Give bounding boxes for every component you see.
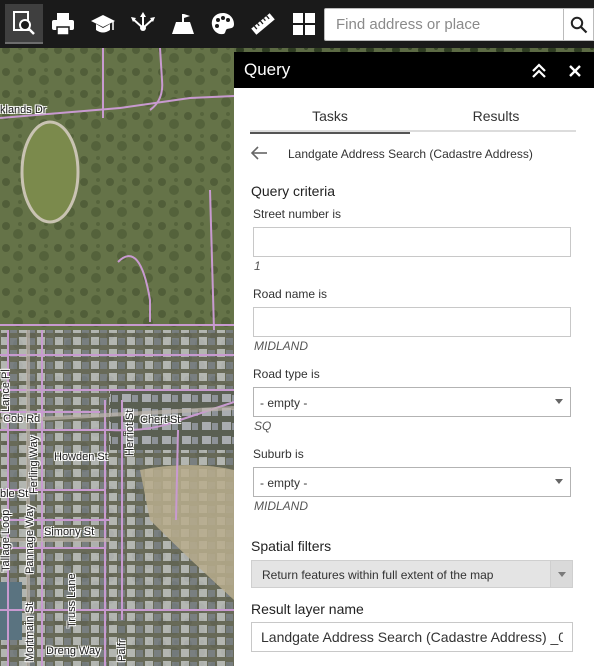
street-number-input[interactable] xyxy=(254,228,570,256)
result-layer-name-title: Result layer name xyxy=(251,601,364,617)
spatial-filters-title: Spatial filters xyxy=(251,538,332,554)
search-button[interactable] xyxy=(564,8,594,41)
widget-grid-button[interactable] xyxy=(285,4,323,44)
collapse-button[interactable] xyxy=(528,60,550,82)
street-label: Truss Lane xyxy=(66,573,78,628)
print-icon xyxy=(52,13,74,36)
query-criteria-title: Query criteria xyxy=(251,183,336,199)
measure-button[interactable] xyxy=(244,4,282,44)
street-label: Lance Pl xyxy=(0,369,12,412)
print-button[interactable] xyxy=(44,4,82,44)
share-icon xyxy=(131,12,155,31)
share-button[interactable] xyxy=(124,4,162,44)
chevron-down-icon xyxy=(558,572,566,577)
panel-title: Query xyxy=(244,60,291,79)
graduation-cap-icon xyxy=(91,15,115,33)
query-panel: Query Tasks Results Landgate Address Sea… xyxy=(234,52,594,666)
panel-header: Query xyxy=(234,52,594,88)
street-label: Cob Rd xyxy=(3,413,41,425)
palette-icon xyxy=(211,13,234,35)
spatial-filter-arrow-box xyxy=(550,561,572,587)
ruler-icon xyxy=(251,13,275,35)
styling-button[interactable] xyxy=(204,4,242,44)
task-breadcrumb: Landgate Address Search (Cadastre Addres… xyxy=(250,144,580,164)
basemap-icon xyxy=(172,14,194,34)
suburb-hint: MIDLAND xyxy=(254,499,309,513)
result-layer-name-field xyxy=(251,622,573,652)
training-button[interactable] xyxy=(84,4,122,44)
road-type-hint: SQ xyxy=(254,419,272,433)
road-name-label: Road name is xyxy=(253,287,328,301)
close-icon xyxy=(569,65,581,77)
road-name-hint: MIDLAND xyxy=(254,339,309,353)
street-label: Dreng Way xyxy=(46,645,101,657)
street-label: Pannage Way xyxy=(24,505,36,574)
tab-tasks[interactable]: Tasks xyxy=(250,104,410,134)
spatial-filter-value: Return features within full extent of th… xyxy=(262,568,494,582)
search-box xyxy=(324,8,564,41)
close-button[interactable] xyxy=(564,60,586,82)
street-label: ble St xyxy=(0,488,29,500)
street-label: Palfr xyxy=(116,639,128,662)
double-chevron-up-icon xyxy=(532,63,546,78)
street-label: klands Dr xyxy=(0,104,47,116)
street-label: Tallage Loop xyxy=(0,509,12,572)
road-type-select[interactable]: - empty - xyxy=(253,387,571,417)
grid-icon xyxy=(293,13,315,35)
back-button[interactable] xyxy=(250,144,268,162)
chevron-down-icon xyxy=(555,399,563,404)
chevron-down-icon xyxy=(555,479,563,484)
street-label: Mortmain St xyxy=(24,602,36,662)
task-name: Landgate Address Search (Cadastre Addres… xyxy=(288,147,533,161)
road-name-input[interactable] xyxy=(254,308,570,336)
road-type-value: - empty - xyxy=(260,396,308,410)
street-number-hint: 1 xyxy=(254,259,261,273)
query-icon xyxy=(13,11,35,35)
search-input[interactable] xyxy=(325,9,563,40)
street-label: Simony St xyxy=(44,526,95,538)
search-icon xyxy=(570,16,587,33)
street-number-label: Street number is xyxy=(253,207,342,221)
suburb-value: - empty - xyxy=(260,476,308,490)
street-label: Howden St xyxy=(54,451,108,463)
top-toolbar xyxy=(0,0,594,48)
tab-results[interactable]: Results xyxy=(416,104,576,132)
street-label: Chert St xyxy=(140,414,181,426)
road-name-field xyxy=(253,307,571,337)
query-tool-button[interactable] xyxy=(5,4,43,44)
street-label: Ferling Way xyxy=(28,435,40,494)
road-type-label: Road type is xyxy=(253,367,320,381)
panel-tabs: Tasks Results xyxy=(250,104,576,134)
back-arrow-icon xyxy=(250,146,267,160)
suburb-select[interactable]: - empty - xyxy=(253,467,571,497)
spatial-filter-select[interactable]: Return features within full extent of th… xyxy=(251,560,573,588)
suburb-label: Suburb is xyxy=(253,447,304,461)
result-layer-name-input[interactable] xyxy=(252,623,572,651)
street-label: Herriot St xyxy=(124,409,136,456)
basemap-button[interactable] xyxy=(164,4,202,44)
street-number-field xyxy=(253,227,571,257)
